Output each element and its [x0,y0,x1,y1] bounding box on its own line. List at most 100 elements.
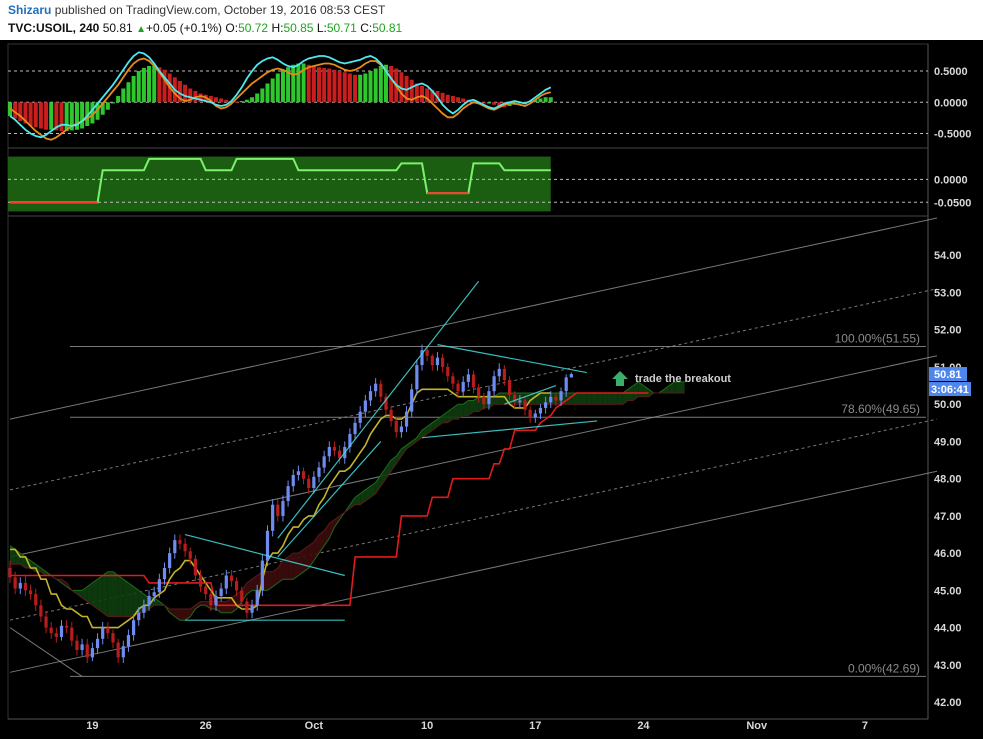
cloud-segment [499,393,505,405]
candle-body [533,413,537,418]
candle-body [178,540,182,544]
candle-body [271,504,275,531]
time-tick-label: 7 [862,720,868,732]
fib-786-label: 78.60%(49.65) [841,402,920,416]
candle-body [523,400,527,410]
candle-body [152,592,156,596]
candle-body [229,575,234,582]
cloud-segment [303,545,309,572]
candle-body [276,504,280,516]
osc-histogram-bar [291,64,296,103]
candle-body [569,374,573,378]
osc-histogram-bar [420,86,424,103]
price-tick-label: 45.00 [934,585,962,597]
publish-line: Shizaru published on TradingView.com, Oc… [8,3,385,17]
up-arrow-icon: ▲ [136,24,146,35]
osc-histogram-bar [486,102,491,104]
cloud-segment [612,393,618,405]
candle-body [456,383,460,392]
trend-tick-label: 0.0000 [934,174,968,186]
candle-body [235,581,239,591]
candle-body [157,579,161,593]
osc-histogram-bar [147,66,152,103]
candle-body [554,396,558,401]
candle-body [332,447,337,451]
candle-body [8,568,12,578]
candle-body [430,355,434,366]
osc-tick-label: -0.5000 [934,129,971,141]
candle-body [224,575,228,589]
osc-histogram-bar [141,67,146,103]
candle-body [404,411,409,427]
osc-histogram-bar [363,73,368,103]
osc-histogram-bar [378,66,383,103]
candle-body [44,616,48,628]
osc-histogram-bar [28,102,33,126]
time-tick-label: 26 [200,720,212,732]
candle-body [559,391,563,401]
candle-body [49,627,53,634]
osc-histogram-bar [327,68,332,103]
candle-body [322,456,326,468]
candle-body [425,350,429,356]
cloud-segment [288,553,294,580]
candle-body [219,588,223,596]
osc-histogram-bar [450,96,455,103]
candle-body [214,595,218,606]
cloud-segment [97,575,103,613]
candle-body [39,605,43,617]
candle-body [70,627,74,641]
candle-body [147,595,151,606]
cloud-segment [591,393,598,405]
high-label: H: [271,21,284,35]
candle-body [54,633,58,637]
candle-body [183,543,187,552]
symbol-name[interactable]: TVC:USOIL, 240 [8,21,99,35]
cloud-segment [576,393,582,405]
osc-histogram-bar [38,102,43,129]
open-value: 50.72 [238,21,269,35]
osc-histogram-bar [136,71,141,103]
candle-body [255,590,259,606]
osc-histogram-bar [152,66,157,103]
close-label: C: [360,21,373,35]
candle-body [168,553,172,569]
author-link[interactable]: Shizaru [8,3,51,17]
osc-histogram-bar [275,73,280,103]
last-price: 50.81 [102,21,133,35]
candle-body [198,575,203,587]
price-chart[interactable]: 0.5000 0.0000 -0.5000 0.0000 -0.0500 54.00 53.… [0,40,983,739]
candle-body [281,501,285,516]
candle-body [394,420,398,433]
candle-body [358,411,362,423]
osc-histogram-bar [456,97,461,103]
candle-body [126,635,131,647]
time-tick-label: 10 [421,720,433,732]
candle-body [487,391,491,405]
osc-histogram-bar [332,69,337,103]
osc-histogram-bar [33,102,38,128]
candle-body [65,625,69,628]
candle-body [564,377,568,392]
candle-body [374,383,378,392]
candle-body [518,400,522,403]
candle-body [85,644,89,658]
osc-histogram-bar [121,88,126,103]
osc-histogram-bar [250,97,255,103]
cloud-segment [200,601,206,606]
osc-histogram-bar [311,66,316,103]
price-tick-label: 42.00 [934,697,962,709]
osc-histogram-bar [126,82,131,103]
osc-histogram-bar [270,78,275,103]
osc-histogram-bar [260,88,265,103]
osc-histogram-bar [543,97,548,103]
fib-100-label: 100.00%(51.55) [835,331,920,345]
candle-body [497,368,501,377]
candle-body [301,471,306,479]
candle-body [471,374,476,388]
candle-body [477,387,481,397]
candle-body [507,379,512,395]
osc-histogram-bar [461,98,466,103]
candle-body [466,374,470,382]
cloud-segment [581,393,587,405]
